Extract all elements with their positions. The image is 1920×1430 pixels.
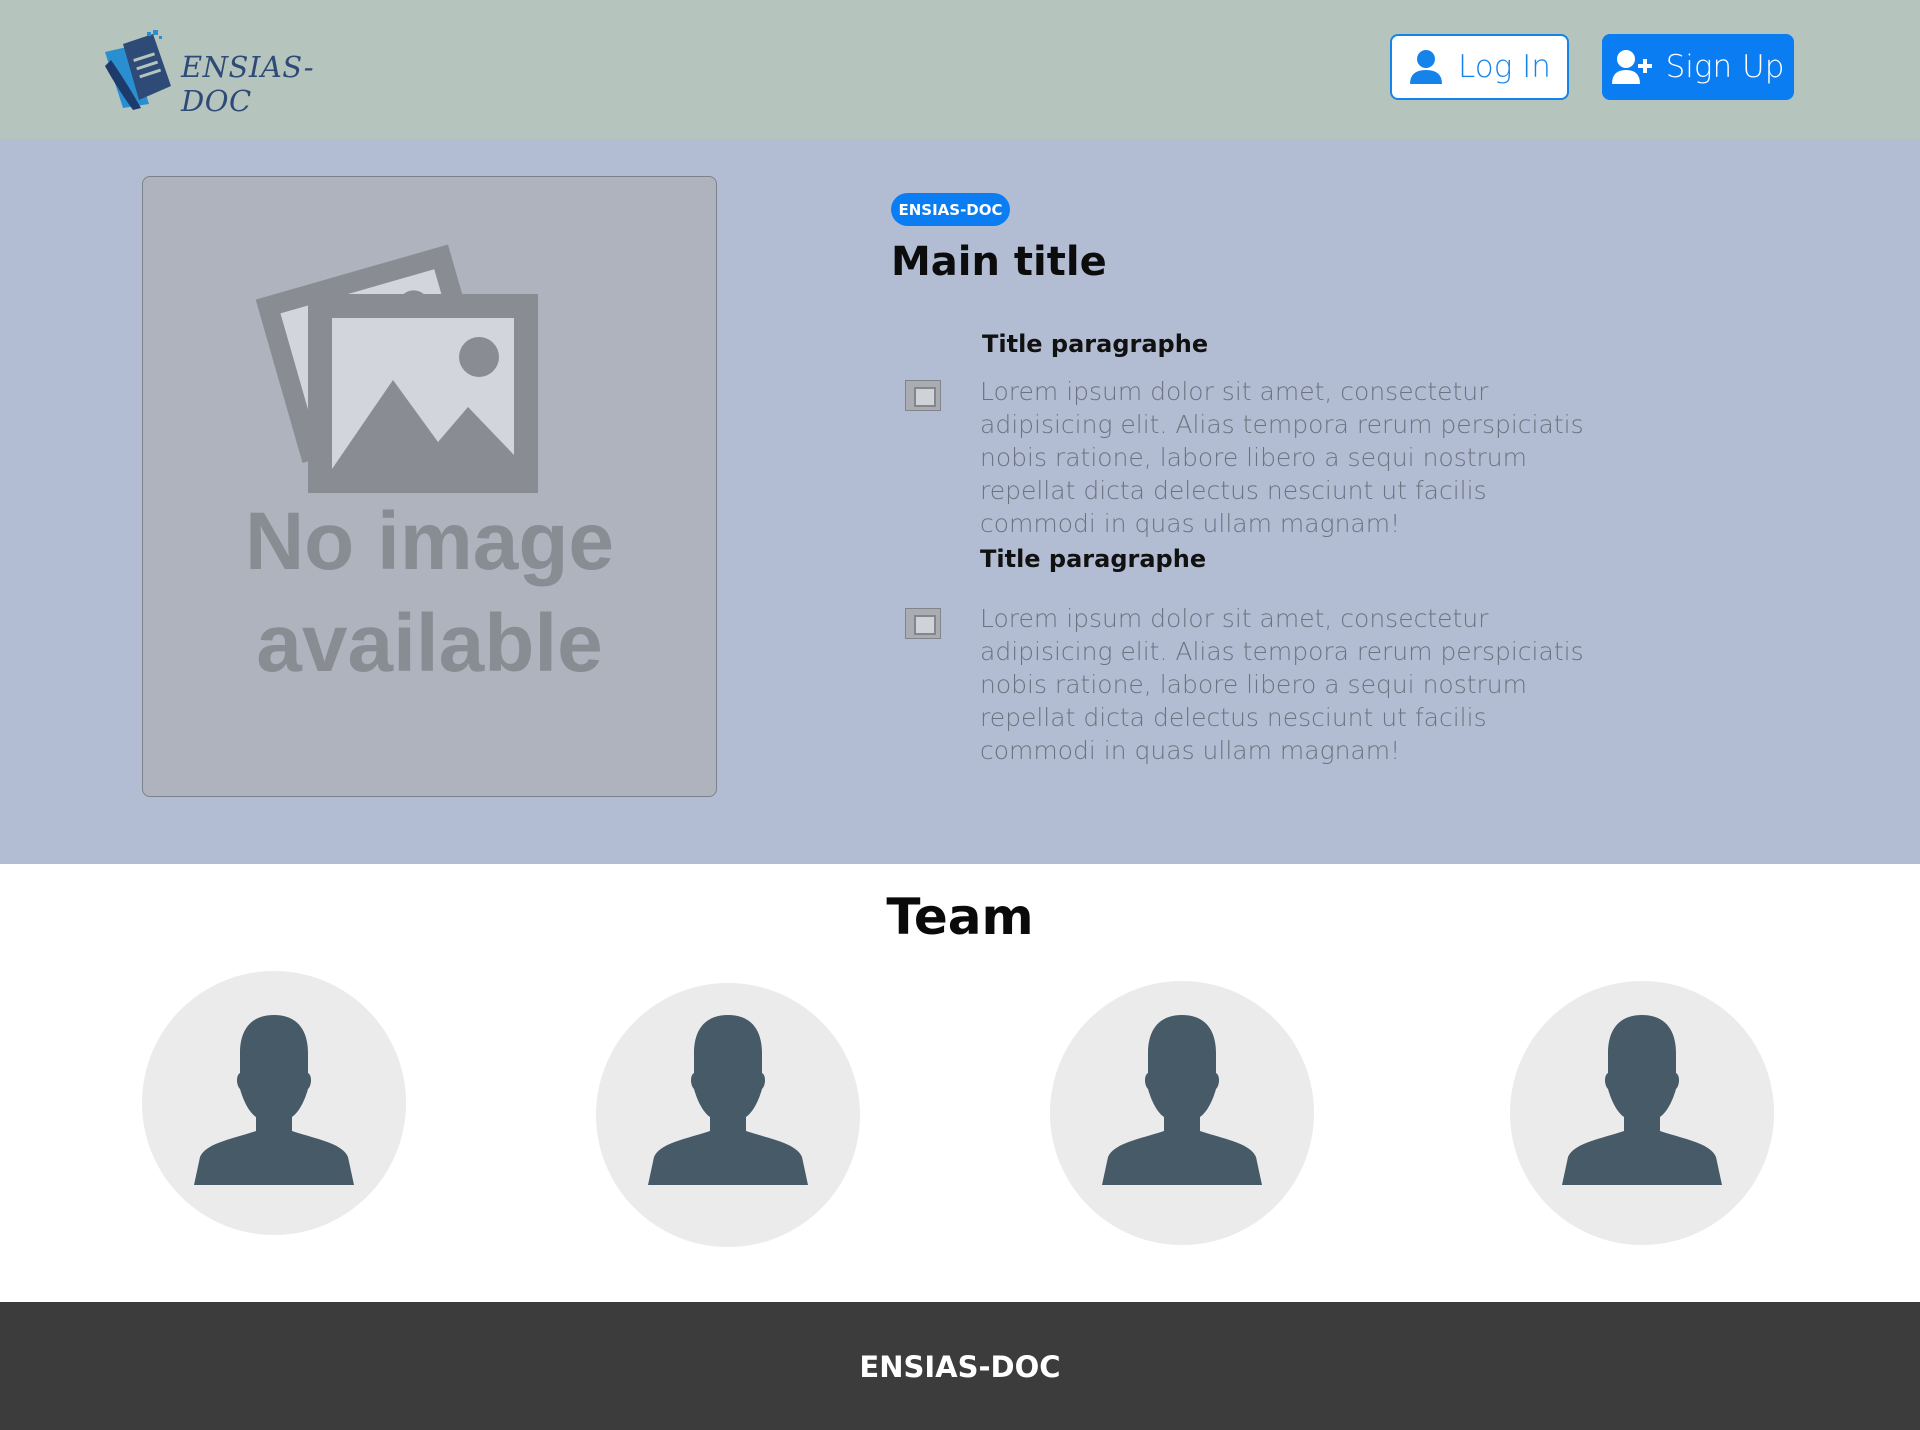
document-logo-icon — [105, 30, 171, 110]
signup-button[interactable]: Sign Up — [1602, 34, 1794, 100]
broken-image-icon — [905, 380, 941, 411]
placeholder-text-line1: No image — [244, 496, 615, 587]
placeholder-text-line2: available — [256, 598, 603, 689]
team-member-avatar — [1510, 981, 1774, 1245]
paragraph-title: Title paragraphe — [982, 330, 1209, 358]
main-title: Main title — [891, 239, 1107, 285]
person-silhouette-icon — [648, 1015, 808, 1185]
person-silhouette-icon — [1102, 1015, 1262, 1185]
no-image-placeholder: No image available — [142, 176, 717, 797]
team-title: Team — [886, 888, 1034, 946]
site-header: ENSIAS-DOC Log In Sign Up — [0, 0, 1920, 139]
signup-label: Sign Up — [1665, 49, 1785, 85]
hero-section: No image available ENSIAS-DOC Main title… — [0, 139, 1920, 864]
user-icon — [1410, 50, 1443, 84]
brand-badge: ENSIAS-DOC — [891, 193, 1010, 226]
paragraph-text: Lorem ipsum dolor sit amet, consectetur … — [980, 604, 1584, 765]
team-member-avatar — [142, 971, 406, 1235]
footer-brand: ENSIAS-DOC — [859, 1350, 1061, 1384]
login-button[interactable]: Log In — [1390, 34, 1569, 100]
paragraph-title: Title paragraphe — [980, 545, 1207, 573]
user-plus-icon — [1611, 50, 1652, 84]
site-footer: ENSIAS-DOC — [0, 1302, 1920, 1430]
login-label: Log In — [1458, 49, 1551, 85]
picture-icon — [255, 244, 538, 493]
paragraph-text: Lorem ipsum dolor sit amet, consectetur … — [980, 377, 1584, 538]
logo-text: ENSIAS-DOC — [181, 50, 315, 118]
site-logo[interactable]: ENSIAS-DOC — [103, 30, 353, 118]
team-member-avatar — [1050, 981, 1314, 1245]
person-silhouette-icon — [194, 1015, 354, 1185]
broken-image-icon — [905, 608, 941, 639]
person-silhouette-icon — [1562, 1015, 1722, 1185]
team-member-avatar — [596, 983, 860, 1247]
